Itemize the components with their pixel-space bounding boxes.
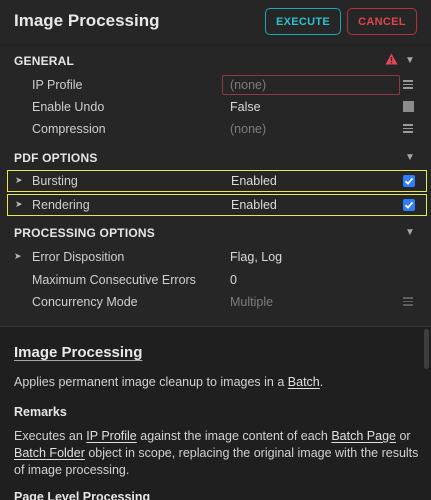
chevron-down-icon[interactable]: ▼ <box>405 152 415 163</box>
ip-profile-link[interactable]: IP Profile <box>86 429 137 443</box>
section-title: PROCESSING OPTIONS <box>14 226 155 240</box>
batch-page-link[interactable]: Batch Page <box>331 429 396 443</box>
property-label: Rendering <box>32 198 90 212</box>
cancel-button[interactable]: CANCEL <box>347 8 417 35</box>
section-title: PDF OPTIONS <box>14 151 98 165</box>
property-label: Maximum Consecutive Errors <box>32 273 196 287</box>
checkbox-icon[interactable] <box>403 175 415 187</box>
page-title: Image Processing <box>14 11 160 30</box>
property-ip-profile: IP Profile (none) <box>0 74 431 96</box>
max-errors-value[interactable]: 0 <box>230 273 237 287</box>
property-max-errors: Maximum Consecutive Errors 0 <box>0 269 431 291</box>
help-title: Image Processing <box>14 344 143 361</box>
checkbox-icon[interactable] <box>403 101 414 112</box>
execute-button[interactable]: EXECUTE <box>265 8 341 35</box>
warning-icon <box>385 53 398 65</box>
remarks-text-3: or <box>395 429 411 443</box>
menu-icon[interactable] <box>403 297 413 306</box>
property-grid: GENERAL ▼ IP Profile (none) Enable Undo … <box>0 46 431 326</box>
chevron-down-icon[interactable]: ▼ <box>405 227 415 238</box>
help-intro: Applies permanent image cleanup to image… <box>14 374 323 391</box>
property-enable-undo: Enable Undo False <box>0 96 431 118</box>
chevron-right-icon[interactable]: ➤ <box>15 199 23 210</box>
property-rendering[interactable]: ➤ Rendering Enabled <box>7 194 427 216</box>
section-general[interactable]: GENERAL ▼ <box>0 50 431 72</box>
help-panel: Image Processing Applies permanent image… <box>0 327 431 500</box>
enable-undo-value[interactable]: False <box>230 100 261 114</box>
compression-value[interactable]: (none) <box>230 122 266 136</box>
property-label: Enable Undo <box>32 100 105 114</box>
ip-profile-placeholder: (none) <box>230 78 267 92</box>
section-pdf-options[interactable]: PDF OPTIONS ▼ <box>0 147 431 169</box>
concurrency-value[interactable]: Multiple <box>230 295 273 309</box>
error-disposition-value[interactable]: Flag, Log <box>230 250 282 264</box>
batch-link[interactable]: Batch <box>288 375 320 389</box>
section-processing-options[interactable]: PROCESSING OPTIONS ▼ <box>0 222 431 244</box>
header: Image Processing EXECUTE CANCEL <box>0 0 431 44</box>
remarks-text-2: against the image content of each <box>136 429 332 443</box>
chevron-down-icon[interactable]: ▼ <box>405 55 415 66</box>
ip-profile-input[interactable]: (none) <box>222 75 400 95</box>
property-label: Bursting <box>32 174 78 188</box>
menu-icon[interactable] <box>403 80 413 89</box>
property-label: Concurrency Mode <box>32 295 138 309</box>
section-title: GENERAL <box>14 54 75 68</box>
batch-folder-link[interactable]: Batch Folder <box>14 446 85 460</box>
property-label: IP Profile <box>32 78 83 92</box>
checkbox-icon[interactable] <box>403 199 415 211</box>
menu-icon[interactable] <box>403 124 413 133</box>
scrollbar-thumb[interactable] <box>424 329 429 369</box>
property-label: Error Disposition <box>32 250 125 264</box>
remarks-text-1: Executes an <box>14 429 87 443</box>
property-label: Compression <box>32 122 106 136</box>
help-intro-text: Applies permanent image cleanup to image… <box>14 375 288 389</box>
page-level-heading: Page Level Processing <box>14 490 151 500</box>
chevron-right-icon[interactable]: ➤ <box>15 175 23 186</box>
chevron-right-icon[interactable]: ➤ <box>14 251 22 262</box>
property-compression: Compression (none) <box>0 118 431 140</box>
property-error-disposition: ➤ Error Disposition Flag, Log <box>0 246 431 268</box>
property-bursting[interactable]: ➤ Bursting Enabled <box>7 170 427 192</box>
rendering-value: Enabled <box>231 198 277 212</box>
property-concurrency-mode: Concurrency Mode Multiple <box>0 291 431 313</box>
remarks-heading: Remarks <box>14 405 67 419</box>
help-remarks: Executes an IP Profile against the image… <box>14 428 419 479</box>
help-intro-end: . <box>319 375 324 389</box>
bursting-value: Enabled <box>231 174 277 188</box>
